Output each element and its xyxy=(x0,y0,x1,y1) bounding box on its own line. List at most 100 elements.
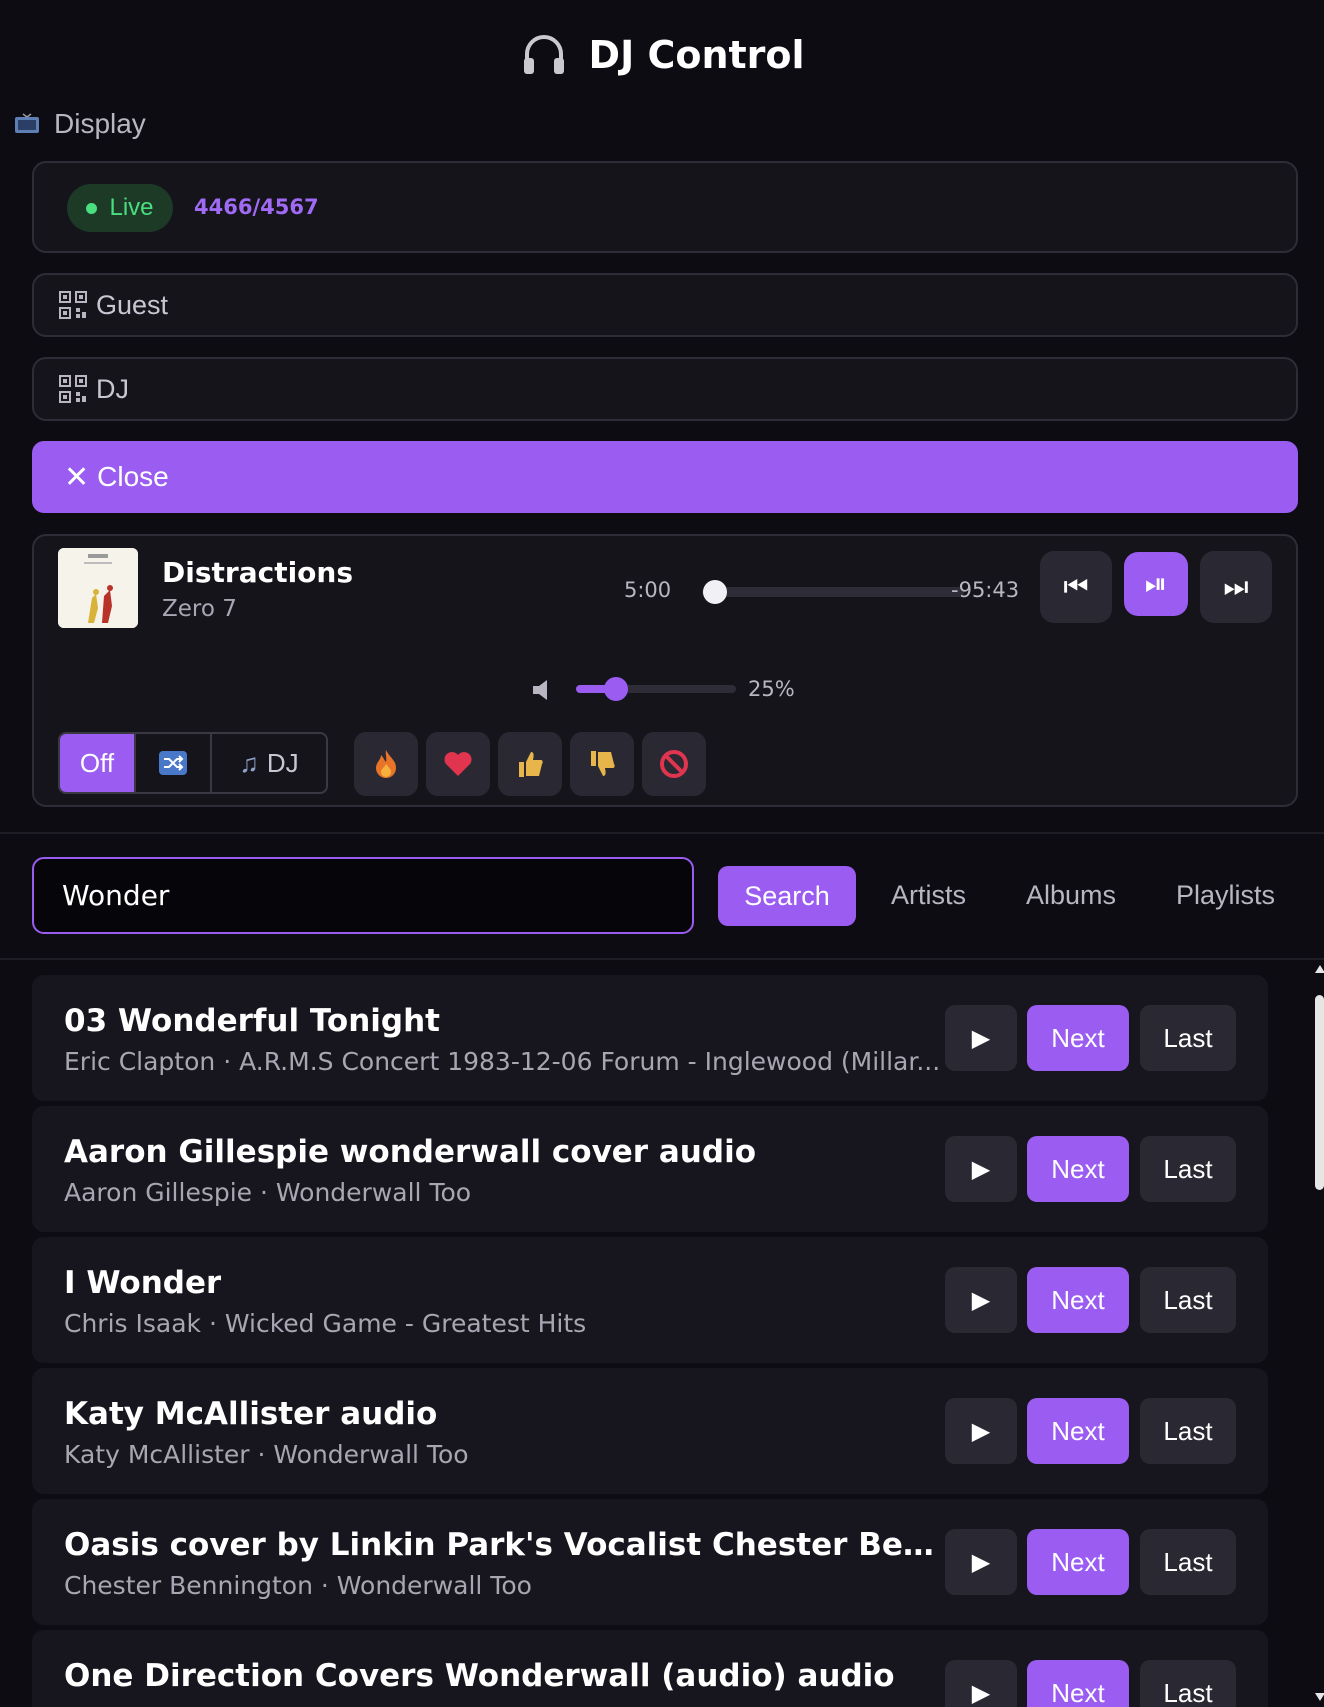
dj-link-label: DJ xyxy=(96,373,129,404)
list-item[interactable]: One Direction Covers Wonderwall (audio) … xyxy=(32,1630,1268,1707)
play-icon: ▶ xyxy=(971,1679,991,1707)
play-last-button[interactable]: Last xyxy=(1140,1529,1236,1595)
block-reaction-button[interactable] xyxy=(642,732,706,796)
play-next-button[interactable]: Next xyxy=(1027,1267,1129,1333)
play-button[interactable]: ▶ xyxy=(945,1005,1017,1071)
tab-playlists[interactable]: Playlists xyxy=(1176,880,1275,911)
thumbs-up-icon xyxy=(519,752,543,777)
play-next-button[interactable]: Next xyxy=(1027,1005,1129,1071)
result-title: Oasis cover by Linkin Park's Vocalist Ch… xyxy=(64,1527,944,1563)
volume-percent: 25% xyxy=(748,677,795,701)
heart-reaction-button[interactable] xyxy=(426,732,490,796)
dj-link-row[interactable]: DJ xyxy=(32,357,1298,421)
close-button[interactable]: ✕ Close xyxy=(32,441,1298,513)
volume-slider[interactable] xyxy=(576,677,736,701)
play-icon: ▶ xyxy=(971,1286,991,1314)
play-next-button[interactable]: Next xyxy=(1027,1660,1129,1707)
display-section-label: Display xyxy=(14,108,146,140)
skip-next-icon: ⏭ xyxy=(1223,570,1249,602)
search-input[interactable] xyxy=(32,857,694,934)
page-title: DJ Control xyxy=(588,33,805,77)
play-button[interactable]: ▶ xyxy=(945,1136,1017,1202)
play-last-button[interactable]: Last xyxy=(1140,1005,1236,1071)
result-title: 03 Wonderful Tonight xyxy=(64,1003,440,1039)
live-dot-icon xyxy=(86,202,98,214)
play-next-button[interactable]: Next xyxy=(1027,1398,1129,1464)
scroll-down-icon[interactable] xyxy=(1315,1693,1324,1701)
search-button[interactable]: Search xyxy=(718,866,856,926)
tab-albums[interactable]: Albums xyxy=(1026,880,1116,911)
play-next-button[interactable]: Next xyxy=(1027,1136,1129,1202)
list-item[interactable]: I Wonder Chris Isaak · Wicked Game - Gre… xyxy=(32,1237,1268,1363)
fire-reaction-button[interactable] xyxy=(354,732,418,796)
skip-previous-icon: ⏮ xyxy=(1063,570,1089,602)
seek-slider[interactable] xyxy=(702,580,964,604)
result-title: I Wonder xyxy=(64,1265,222,1301)
result-title: Katy McAllister audio xyxy=(64,1396,438,1432)
list-item[interactable]: Katy McAllister audio Katy McAllister · … xyxy=(32,1368,1268,1494)
tab-artists[interactable]: Artists xyxy=(891,880,966,911)
live-label: Live xyxy=(109,194,154,221)
play-pause-button[interactable]: ⏯ xyxy=(1124,552,1188,616)
mode-dj-label: DJ xyxy=(266,747,299,778)
list-item[interactable]: Aaron Gillespie wonderwall cover audio A… xyxy=(32,1106,1268,1232)
scroll-thumb[interactable] xyxy=(1315,995,1324,1190)
thumbs-down-reaction-button[interactable] xyxy=(570,732,634,796)
play-last-button[interactable]: Last xyxy=(1140,1398,1236,1464)
play-last-button[interactable]: Last xyxy=(1140,1136,1236,1202)
result-subtitle: Chris Isaak · Wicked Game - Greatest Hit… xyxy=(64,1309,587,1338)
elapsed-time: 5:00 xyxy=(624,578,672,602)
qr-code-icon xyxy=(59,375,87,403)
speaker-icon xyxy=(533,680,547,700)
television-icon xyxy=(15,113,39,133)
previous-track-button[interactable]: ⏮ xyxy=(1040,551,1112,623)
guest-link-row[interactable]: Guest xyxy=(32,273,1298,337)
play-last-button[interactable]: Last xyxy=(1140,1660,1236,1707)
play-icon: ▶ xyxy=(971,1024,991,1052)
playback-mode-group: Off ♫ DJ xyxy=(58,732,328,794)
close-label: Close xyxy=(97,461,169,492)
section-divider xyxy=(0,832,1324,834)
display-label: Display xyxy=(54,108,146,139)
play-icon: ▶ xyxy=(971,1155,991,1183)
thumbs-down-icon xyxy=(591,751,615,776)
shuffle-icon xyxy=(159,751,187,775)
play-icon: ▶ xyxy=(971,1417,991,1445)
track-count: 4466/4567 xyxy=(194,195,319,219)
play-button[interactable]: ▶ xyxy=(945,1660,1017,1707)
qr-code-icon xyxy=(59,291,87,319)
volume-handle[interactable] xyxy=(604,677,628,701)
play-icon: ▶ xyxy=(971,1548,991,1576)
play-button[interactable]: ▶ xyxy=(945,1267,1017,1333)
heart-icon xyxy=(444,752,472,776)
list-item[interactable]: 03 Wonderful Tonight Eric Clapton · A.R.… xyxy=(32,975,1268,1101)
mode-dj-button[interactable]: ♫ DJ xyxy=(212,734,326,792)
mode-shuffle-button[interactable] xyxy=(136,734,212,792)
fire-icon xyxy=(376,750,396,778)
thumbs-up-reaction-button[interactable] xyxy=(498,732,562,796)
results-scrollbar[interactable] xyxy=(1306,960,1324,1707)
next-track-button[interactable]: ⏭ xyxy=(1200,551,1272,623)
live-status-badge: Live xyxy=(67,184,173,232)
list-item[interactable]: Oasis cover by Linkin Park's Vocalist Ch… xyxy=(32,1499,1268,1625)
seek-handle[interactable] xyxy=(703,580,728,604)
headphones-icon xyxy=(524,35,565,74)
play-last-button[interactable]: Last xyxy=(1140,1267,1236,1333)
result-subtitle: Chester Bennington · Wonderwall Too xyxy=(64,1571,532,1600)
play-button[interactable]: ▶ xyxy=(945,1398,1017,1464)
guest-link-label: Guest xyxy=(96,289,169,320)
result-subtitle: Katy McAllister · Wonderwall Too xyxy=(64,1440,469,1469)
play-button[interactable]: ▶ xyxy=(945,1529,1017,1595)
track-title: Distractions xyxy=(162,556,354,589)
play-pause-icon: ⏯ xyxy=(1144,567,1168,599)
track-artist: Zero 7 xyxy=(162,596,237,622)
mode-off-button[interactable]: Off xyxy=(60,734,136,792)
result-subtitle: Eric Clapton · A.R.M.S Concert 1983-12-0… xyxy=(64,1047,941,1076)
play-next-button[interactable]: Next xyxy=(1027,1529,1129,1595)
scroll-up-icon[interactable] xyxy=(1315,965,1324,973)
result-title: Aaron Gillespie wonderwall cover audio xyxy=(64,1134,756,1170)
album-art xyxy=(58,548,138,628)
remaining-time: -95:43 xyxy=(951,578,1020,602)
result-title: One Direction Covers Wonderwall (audio) … xyxy=(64,1658,895,1694)
result-subtitle: Aaron Gillespie · Wonderwall Too xyxy=(64,1178,472,1207)
